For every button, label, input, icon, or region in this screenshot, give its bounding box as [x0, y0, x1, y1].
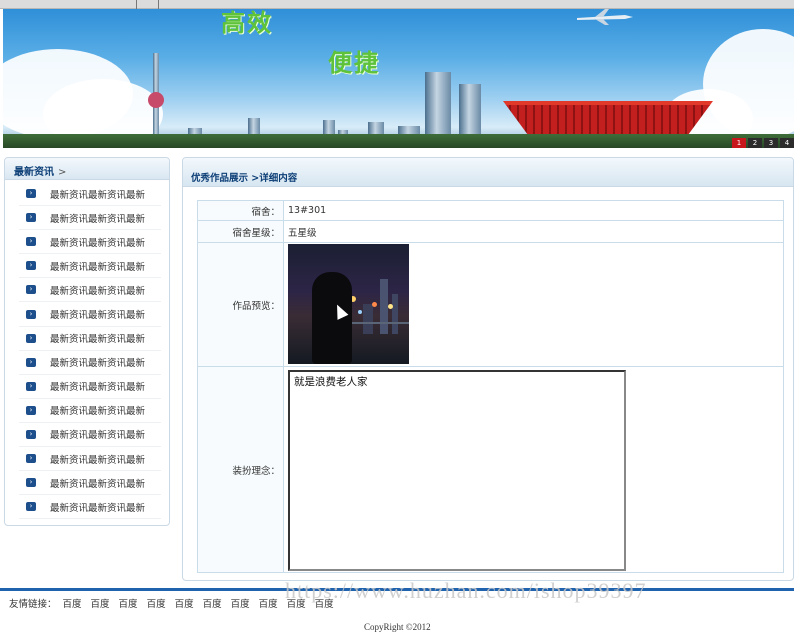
- sidebar-title: 最新资讯: [14, 167, 54, 178]
- slide-button-1[interactable]: 1: [732, 138, 746, 148]
- preview-label: 作品预览：: [197, 242, 284, 367]
- list-item[interactable]: › 最新资讯最新资讯最新: [19, 375, 161, 399]
- bullet-arrow-icon: ›: [26, 261, 36, 271]
- concept-label: 装扮理念：: [197, 366, 284, 573]
- slide-button-2[interactable]: 2: [748, 138, 762, 148]
- news-sidebar: 最新资讯 > › 最新资讯最新资讯最新 › 最新资讯最新资讯最新 › 最新资讯最新资讯最新 ›…: [4, 157, 170, 526]
- slide-button-4[interactable]: 4: [780, 138, 794, 148]
- list-item[interactable]: › 最新资讯最新资讯最新: [19, 206, 161, 231]
- concept-textarea[interactable]: 就是浪费老人家: [288, 369, 626, 571]
- list-item[interactable]: › 最新资讯最新资讯最新: [19, 447, 161, 472]
- news-link[interactable]: 最新资讯最新资讯最新: [50, 452, 145, 466]
- list-item[interactable]: › 最新资讯最新资讯最新: [19, 302, 161, 327]
- table-row: 宿舍： 13#301: [197, 200, 784, 221]
- list-item[interactable]: › 最新资讯最新资讯最新: [19, 254, 161, 279]
- list-item[interactable]: › 最新资讯最新资讯最新: [19, 495, 161, 520]
- ground-strip: [3, 134, 794, 148]
- list-item[interactable]: › 最新资讯最新资讯最新: [19, 399, 161, 423]
- news-link[interactable]: 最新资讯最新资讯最新: [50, 427, 145, 441]
- dorm-label: 宿舍：: [197, 200, 284, 221]
- preview-cell: [283, 242, 784, 367]
- banner-slogan-1: 高效: [221, 9, 273, 37]
- bullet-arrow-icon: ›: [26, 405, 36, 415]
- friend-link[interactable]: 百度: [63, 599, 82, 610]
- detail-table: 宿舍： 13#301 宿舍星级： 五星级 作品预览： 装扮理念： 就是浪费老人家: [197, 200, 784, 573]
- bullet-arrow-icon: ›: [26, 429, 36, 439]
- rating-label: 宿舍星级：: [197, 220, 284, 243]
- list-item[interactable]: › 最新资讯最新资讯最新: [19, 351, 161, 375]
- photo-tower: [363, 304, 373, 334]
- bullet-arrow-icon: ›: [26, 309, 36, 319]
- airplane-icon: [577, 9, 633, 25]
- news-link[interactable]: 最新资讯最新资讯最新: [50, 187, 145, 201]
- list-item[interactable]: › 最新资讯最新资讯最新: [19, 230, 161, 255]
- bullet-arrow-icon: ›: [26, 357, 36, 367]
- photo-tower: [380, 279, 388, 334]
- photo-silhouette: [312, 272, 352, 364]
- bullet-arrow-icon: ›: [26, 381, 36, 391]
- friend-link[interactable]: 百度: [231, 599, 250, 610]
- tv-tower-sphere: [148, 92, 164, 108]
- watermark-text: https://www.huzhan.com/ishop39397: [285, 578, 647, 603]
- news-link[interactable]: 最新资讯最新资讯最新: [50, 211, 145, 225]
- list-item[interactable]: › 最新资讯最新资讯最新: [19, 471, 161, 496]
- news-link[interactable]: 最新资讯最新资讯最新: [50, 500, 145, 514]
- news-link[interactable]: 最新资讯最新资讯最新: [50, 307, 145, 321]
- work-preview-image[interactable]: [288, 244, 409, 364]
- bullet-arrow-icon: ›: [26, 478, 36, 488]
- news-link[interactable]: 最新资讯最新资讯最新: [50, 476, 145, 490]
- copyright-text: CopyRight ©2012: [364, 622, 431, 632]
- banner-slide-nav: 1 2 3 4: [732, 138, 794, 148]
- bullet-arrow-icon: ›: [26, 213, 36, 223]
- list-item[interactable]: › 最新资讯最新资讯最新: [19, 278, 161, 303]
- dorm-value: 13#301: [283, 200, 784, 221]
- bullet-arrow-icon: ›: [26, 502, 36, 512]
- friend-links-label: 友情链接：: [9, 599, 57, 610]
- news-link[interactable]: 最新资讯最新资讯最新: [50, 259, 145, 273]
- bullet-arrow-icon: ›: [26, 333, 36, 343]
- friend-link[interactable]: 百度: [259, 599, 278, 610]
- bullet-arrow-icon: ›: [26, 454, 36, 464]
- list-item[interactable]: › 最新资讯最新资讯最新: [19, 423, 161, 448]
- rating-value: 五星级: [283, 220, 784, 243]
- banner-slogan-2: 便捷: [328, 49, 380, 77]
- slide-button-3[interactable]: 3: [764, 138, 778, 148]
- list-item[interactable]: › 最新资讯最新资讯最新: [19, 182, 161, 207]
- photo-light: [388, 304, 393, 309]
- friend-link[interactable]: 百度: [147, 599, 166, 610]
- friend-link[interactable]: 百度: [91, 599, 110, 610]
- table-row: 宿舍星级： 五星级: [197, 220, 784, 243]
- news-link[interactable]: 最新资讯最新资讯最新: [50, 283, 145, 297]
- photo-tower: [392, 294, 398, 334]
- news-link[interactable]: 最新资讯最新资讯最新: [50, 355, 145, 369]
- news-link[interactable]: 最新资讯最新资讯最新: [50, 403, 145, 417]
- friend-link[interactable]: 百度: [175, 599, 194, 610]
- news-list: › 最新资讯最新资讯最新 › 最新资讯最新资讯最新 › 最新资讯最新资讯最新 › 最新资讯最新…: [5, 180, 169, 520]
- table-row: 装扮理念： 就是浪费老人家: [197, 366, 784, 573]
- detail-panel: 优秀作品展示 >详细内容 宿舍： 13#301 宿舍星级： 五星级 作品预览：: [182, 157, 794, 581]
- photo-light: [372, 302, 377, 307]
- bullet-arrow-icon: ›: [26, 285, 36, 295]
- news-link[interactable]: 最新资讯最新资讯最新: [50, 235, 145, 249]
- news-link[interactable]: 最新资讯最新资讯最新: [50, 379, 145, 393]
- friend-link[interactable]: 百度: [203, 599, 222, 610]
- friend-link[interactable]: 百度: [119, 599, 138, 610]
- bullet-arrow-icon: ›: [26, 237, 36, 247]
- chrome-divider: [158, 0, 159, 9]
- news-link[interactable]: 最新资讯最新资讯最新: [50, 331, 145, 345]
- concept-cell: 就是浪费老人家: [283, 366, 784, 573]
- photo-light: [358, 310, 362, 314]
- browser-chrome-strip: [0, 0, 794, 9]
- bullet-arrow-icon: ›: [26, 189, 36, 199]
- list-item[interactable]: › 最新资讯最新资讯最新: [19, 327, 161, 351]
- breadcrumb: 优秀作品展示 >详细内容: [183, 158, 793, 187]
- header-banner: 高效 便捷 1 2 3 4: [3, 9, 794, 148]
- sidebar-more-arrow[interactable]: >: [58, 167, 66, 178]
- chrome-divider: [136, 0, 137, 9]
- table-row: 作品预览：: [197, 242, 784, 367]
- sidebar-header: 最新资讯 >: [5, 158, 169, 180]
